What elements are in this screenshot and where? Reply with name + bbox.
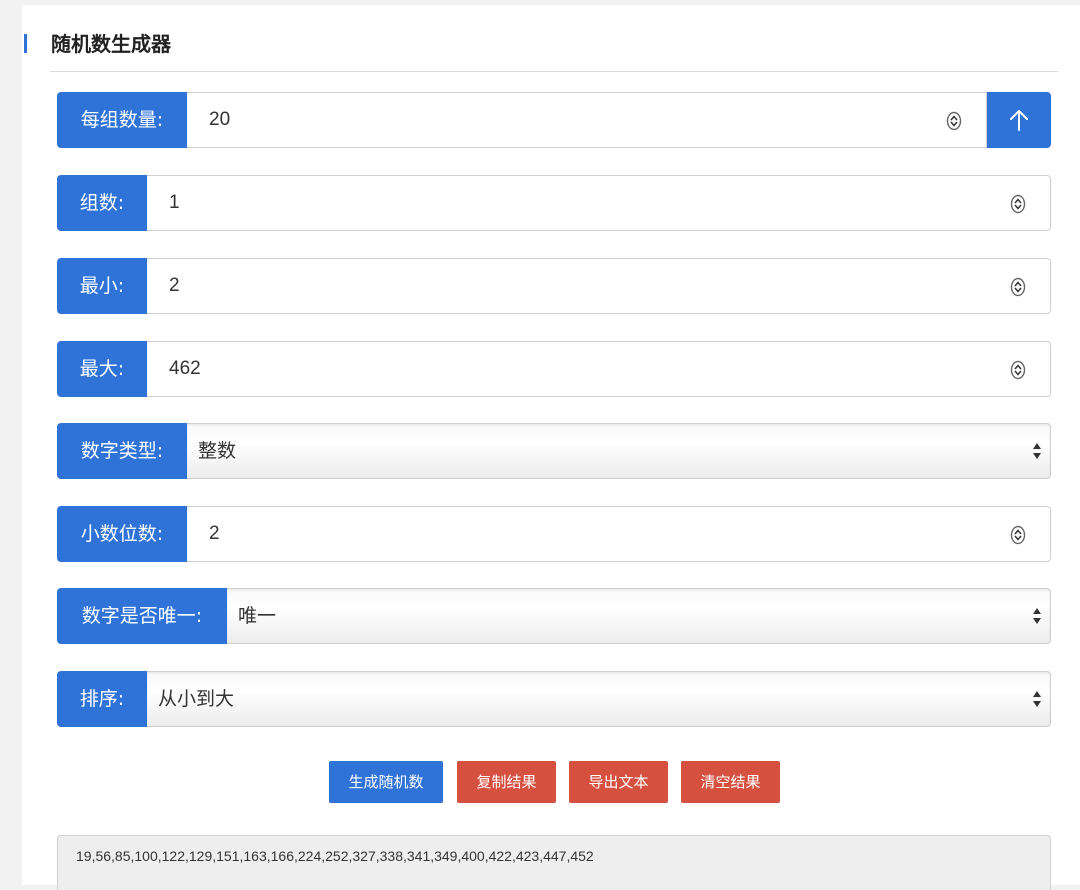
generate-button[interactable]: 生成随机数: [329, 761, 443, 803]
min-label: 最小:: [57, 258, 147, 314]
unique-select[interactable]: 唯一: [227, 588, 1051, 644]
number-type-row: 数字类型: 整数: [57, 423, 1051, 479]
unique-value: 唯一: [238, 605, 277, 627]
max-row: 最大: 462: [57, 341, 1051, 397]
min-value: 2: [169, 275, 180, 296]
result-text: 19,56,85,100,122,129,151,163,166,224,252…: [76, 848, 594, 864]
export-text-button[interactable]: 导出文本: [569, 761, 668, 803]
clear-result-button[interactable]: 清空结果: [681, 761, 780, 803]
divider: [50, 71, 1058, 72]
spinner-icon[interactable]: [1010, 194, 1026, 214]
max-label: 最大:: [57, 341, 147, 397]
per-group-row: 每组数量: 20: [57, 92, 1051, 148]
per-group-value: 20: [209, 109, 231, 130]
spinner-icon[interactable]: [1010, 360, 1026, 380]
collapse-button[interactable]: [987, 92, 1051, 148]
decimals-row: 小数位数: 2: [57, 506, 1051, 562]
number-type-label: 数字类型:: [57, 423, 187, 479]
per-group-input[interactable]: 20: [187, 92, 987, 148]
groups-value: 1: [169, 192, 180, 213]
per-group-label: 每组数量:: [57, 92, 187, 148]
spinner-icon[interactable]: [946, 111, 962, 131]
unique-label: 数字是否唯一:: [57, 588, 227, 644]
number-type-value: 整数: [198, 440, 237, 462]
min-row: 最小: 2: [57, 258, 1051, 314]
sort-row: 排序: 从小到大: [57, 671, 1051, 727]
max-value: 462: [169, 358, 201, 379]
title-accent-bar: [24, 34, 27, 53]
sort-select[interactable]: 从小到大: [147, 671, 1051, 727]
groups-row: 组数: 1: [57, 175, 1051, 231]
decimals-value: 2: [209, 523, 220, 544]
groups-input[interactable]: 1: [147, 175, 1051, 231]
groups-label: 组数:: [57, 175, 147, 231]
select-arrows-icon: [1033, 691, 1041, 707]
decimals-input[interactable]: 2: [187, 506, 1051, 562]
min-input[interactable]: 2: [147, 258, 1051, 314]
unique-row: 数字是否唯一: 唯一: [57, 588, 1051, 644]
generator-panel: 随机数生成器 每组数量: 20 组数: 1 最小: 2 最大: 462 数字类型…: [22, 5, 1080, 890]
spinner-icon[interactable]: [1010, 277, 1026, 297]
sort-value: 从小到大: [158, 688, 235, 710]
select-arrows-icon: [1033, 443, 1041, 459]
arrow-up-icon: [1010, 110, 1028, 131]
select-arrows-icon: [1033, 608, 1041, 624]
max-input[interactable]: 462: [147, 341, 1051, 397]
spinner-icon[interactable]: [1010, 525, 1026, 545]
sort-label: 排序:: [57, 671, 147, 727]
action-bar: 生成随机数 复制结果 导出文本 清空结果: [22, 761, 1080, 803]
title-bar: 随机数生成器: [22, 31, 1080, 57]
page-title: 随机数生成器: [51, 32, 171, 56]
result-output[interactable]: 19,56,85,100,122,129,151,163,166,224,252…: [57, 835, 1051, 890]
number-type-select[interactable]: 整数: [187, 423, 1051, 479]
decimals-label: 小数位数:: [57, 506, 187, 562]
copy-result-button[interactable]: 复制结果: [457, 761, 556, 803]
